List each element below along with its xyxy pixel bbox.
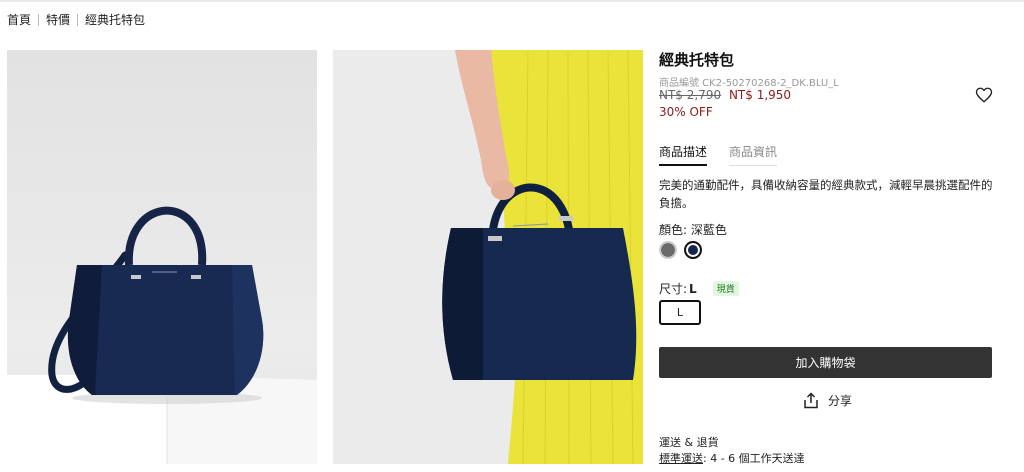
product-description: 完美的通勤配件，具備收納容量的經典款式，減輕早晨挑選配件的負擔。: [659, 178, 993, 210]
share-icon: [804, 392, 818, 409]
in-stock-badge: 現貨: [712, 281, 739, 296]
navy-tote-held-by-model-image: [442, 50, 643, 464]
size-label: 尺寸:: [659, 282, 688, 296]
breadcrumb-home[interactable]: 首頁: [7, 11, 31, 28]
price-row: NT$ 2,790 NT$ 1,950: [659, 88, 791, 102]
share-button[interactable]: 分享: [803, 392, 852, 409]
share-label: 分享: [828, 394, 853, 408]
original-price: NT$ 2,790: [659, 88, 722, 102]
product-image-model[interactable]: [333, 50, 643, 464]
breadcrumb-current: 經典托特包: [85, 13, 146, 27]
size-selected-value: L: [689, 281, 697, 296]
shipping-detail: 標準運送: 4 - 6 個工作天送達: [659, 450, 805, 466]
standard-shipping-link[interactable]: 標準運送: [659, 452, 703, 465]
color-swatch-grey[interactable]: [659, 241, 677, 259]
product-title: 經典托特包: [659, 51, 735, 69]
breadcrumb-separator: [38, 13, 40, 26]
add-to-cart-button[interactable]: 加入購物袋: [659, 347, 992, 378]
tab-description[interactable]: 商品描述: [659, 143, 708, 166]
size-row: 尺寸: L 現貨: [659, 280, 739, 297]
discount-label: 30% OFF: [659, 105, 713, 119]
color-swatch-dark-blue[interactable]: [684, 241, 702, 259]
shipping-title: 運送 & 退貨: [659, 436, 719, 449]
size-option-l[interactable]: L: [659, 300, 701, 325]
breadcrumb-sale[interactable]: 特價: [46, 11, 70, 28]
sale-price: NT$ 1,950: [728, 88, 792, 102]
top-divider: [0, 0, 1024, 2]
color-label: 顏色: 深藍色: [659, 223, 727, 237]
product-image-main[interactable]: [7, 50, 317, 464]
tab-information[interactable]: 商品資訊: [729, 143, 778, 166]
heart-icon[interactable]: [975, 86, 993, 104]
product-tabs: 商品描述 商品資訊: [659, 143, 799, 166]
shipping-duration: : 4 - 6 個工作天送達: [703, 452, 805, 465]
breadcrumb-separator: [77, 13, 79, 26]
navy-tote-on-pedestal-image: [7, 206, 317, 464]
product-sku: 商品編號 CK2-50270268-2_DK.BLU_L: [659, 78, 839, 89]
breadcrumb: 首頁 特價 經典托特包: [7, 11, 145, 28]
